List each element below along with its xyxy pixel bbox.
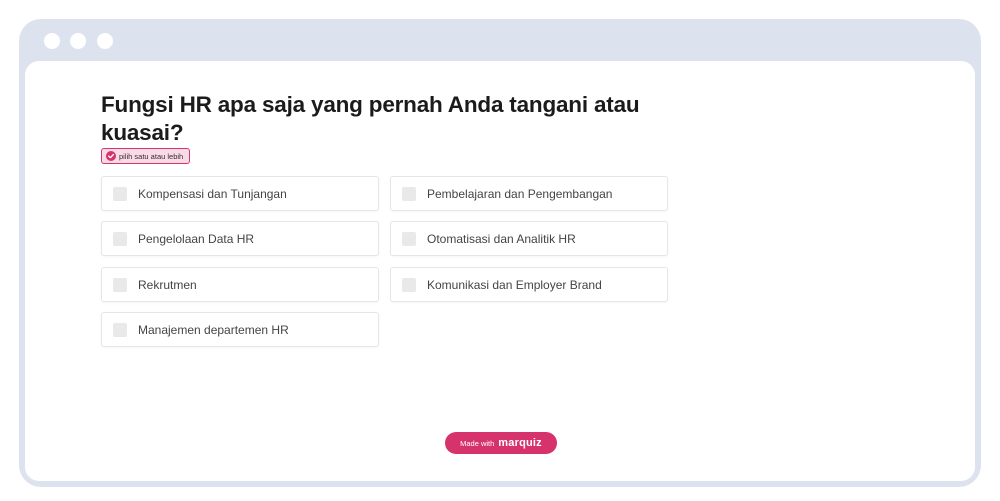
option-otomatisasi-dan-analitik-hr[interactable]: Otomatisasi dan Analitik HR: [390, 221, 668, 256]
option-label: Manajemen departemen HR: [138, 322, 289, 337]
made-with-text: Made with: [460, 438, 495, 448]
browser-window: Fungsi HR apa saja yang pernah Anda tang…: [19, 19, 981, 487]
option-checkbox[interactable]: [402, 186, 416, 201]
option-checkbox[interactable]: [402, 231, 416, 246]
option-checkbox[interactable]: [113, 322, 127, 337]
option-komunikasi-dan-employer-brand[interactable]: Komunikasi dan Employer Brand: [390, 267, 668, 302]
quiz-content: Fungsi HR apa saja yang pernah Anda tang…: [25, 61, 975, 481]
option-manajemen-departemen-hr[interactable]: Manajemen departemen HR: [101, 312, 379, 347]
question-title: Fungsi HR apa saja yang pernah Anda tang…: [101, 92, 640, 145]
option-kompensasi-dan-tunjangan[interactable]: Kompensasi dan Tunjangan: [101, 176, 379, 211]
window-dot-3: [97, 33, 113, 49]
option-checkbox[interactable]: [113, 231, 127, 246]
option-checkbox[interactable]: [402, 277, 416, 292]
marquiz-logo: marquiz: [498, 437, 542, 449]
option-label: Pembelajaran dan Pengembangan: [427, 186, 613, 201]
option-pengelolaan-data-hr[interactable]: Pengelolaan Data HR: [101, 221, 379, 256]
check-circle-icon: [106, 151, 116, 161]
option-checkbox[interactable]: [113, 186, 127, 201]
window-dot-1: [44, 33, 60, 49]
option-label: Kompensasi dan Tunjangan: [138, 186, 287, 201]
option-rekrutmen[interactable]: Rekrutmen: [101, 267, 379, 302]
made-with-marquiz-button[interactable]: Made with marquiz: [445, 432, 557, 454]
option-checkbox[interactable]: [113, 277, 127, 292]
hint-badge: pilih satu atau lebih: [101, 148, 191, 164]
option-label: Komunikasi dan Employer Brand: [427, 277, 602, 292]
hint-text: pilih satu atau lebih: [119, 151, 184, 161]
option-pembelajaran-dan-pengembangan[interactable]: Pembelajaran dan Pengembangan: [390, 176, 668, 211]
option-label: Otomatisasi dan Analitik HR: [427, 231, 576, 246]
window-dot-2: [70, 33, 86, 49]
option-label: Pengelolaan Data HR: [138, 231, 255, 246]
option-label: Rekrutmen: [138, 277, 197, 292]
